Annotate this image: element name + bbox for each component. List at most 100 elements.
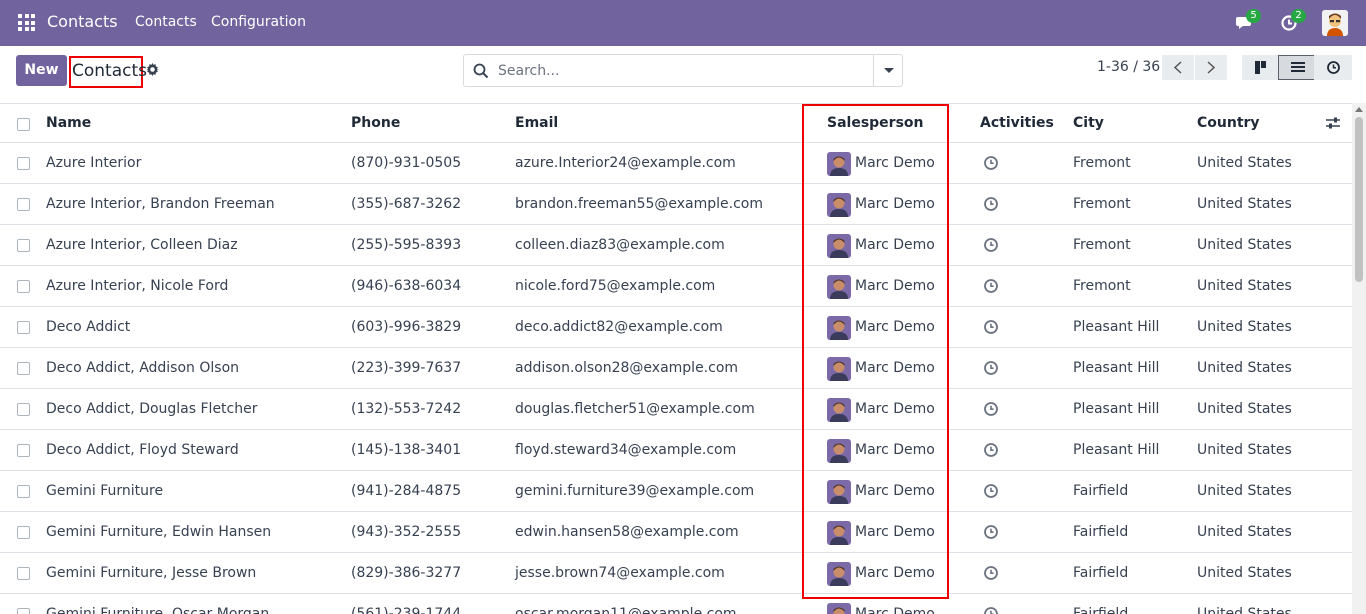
contact-city: Pleasant Hill [1073,401,1160,417]
column-header-city[interactable]: City [1073,115,1104,131]
table-row[interactable]: Deco Addict, Floyd Steward (145)-138-3401… [0,430,1352,471]
table-row[interactable]: Gemini Furniture, Jesse Brown (829)-386-3… [0,553,1352,594]
table-row[interactable]: Azure Interior, Colleen Diaz (255)-595-83… [0,225,1352,266]
row-checkbox[interactable] [17,444,30,457]
contact-name[interactable]: Gemini Furniture, Jesse Brown [46,565,256,581]
app-menu-grid-icon[interactable] [18,14,35,31]
row-checkbox[interactable] [17,157,30,170]
salesperson-name: Marc Demo [855,278,935,294]
row-checkbox[interactable] [17,485,30,498]
activity-view-button[interactable] [1314,55,1352,80]
activity-clock-icon[interactable] [983,278,999,294]
row-checkbox[interactable] [17,608,30,614]
table-row[interactable]: Gemini Furniture, Oscar Morgan (561)-239-… [0,594,1352,614]
gear-icon[interactable] [146,63,159,76]
vertical-scrollbar[interactable] [1352,103,1366,614]
app-title[interactable]: Contacts [47,12,118,31]
list-view-button[interactable] [1278,55,1316,80]
pager-previous-button[interactable] [1162,55,1194,80]
chevron-left-icon [1173,61,1182,74]
row-checkbox[interactable] [17,198,30,211]
column-header-activities[interactable]: Activities [980,115,1054,131]
search-options-toggle[interactable] [873,55,902,86]
contact-city: Fairfield [1073,483,1129,499]
row-checkbox[interactable] [17,239,30,252]
activity-clock-icon[interactable] [983,524,999,540]
activity-clock-icon[interactable] [983,196,999,212]
contact-name[interactable]: Azure Interior, Brandon Freeman [46,196,275,212]
contact-country: United States [1197,565,1292,581]
menu-item-configuration[interactable]: Configuration [211,14,306,30]
row-checkbox[interactable] [17,567,30,580]
contact-email: jesse.brown74@example.com [515,565,725,581]
activity-clock-icon[interactable] [983,155,999,171]
table-row[interactable]: Deco Addict (603)-996-3829 deco.addict82@e… [0,307,1352,348]
scroll-up-arrow-icon[interactable] [1355,107,1363,112]
salesperson-avatar [827,603,851,614]
user-avatar[interactable] [1322,10,1348,36]
salesperson-avatar [827,480,851,504]
row-checkbox[interactable] [17,280,30,293]
contact-email: azure.Interior24@example.com [515,155,736,171]
salesperson-avatar [827,439,851,463]
contact-name[interactable]: Deco Addict, Addison Olson [46,360,239,376]
salesperson-avatar [827,316,851,340]
column-header-salesperson[interactable]: Salesperson [827,115,924,131]
pager-value[interactable]: 1-36 / 36 [1097,59,1160,75]
row-checkbox[interactable] [17,321,30,334]
contact-phone: (145)-138-3401 [351,442,462,458]
contact-name[interactable]: Azure Interior, Nicole Ford [46,278,228,294]
search-icon[interactable] [473,63,489,79]
salesperson-name: Marc Demo [855,360,935,376]
activity-clock-icon[interactable] [983,606,999,614]
contact-name[interactable]: Azure Interior [46,155,141,171]
row-checkbox[interactable] [17,526,30,539]
activity-clock-icon[interactable] [983,442,999,458]
contact-name[interactable]: Deco Addict, Douglas Fletcher [46,401,258,417]
table-row[interactable]: Gemini Furniture (941)-284-4875 gemini.fur… [0,471,1352,512]
table-row[interactable]: Azure Interior, Brandon Freeman (355)-687… [0,184,1352,225]
activities-icon[interactable]: 2 [1280,9,1306,33]
contact-country: United States [1197,278,1292,294]
kanban-view-button[interactable] [1242,55,1280,80]
new-button[interactable]: New [16,55,67,86]
contact-name[interactable]: Deco Addict, Floyd Steward [46,442,239,458]
row-checkbox[interactable] [17,362,30,375]
table-row[interactable]: Deco Addict, Douglas Fletcher (132)-553-7… [0,389,1352,430]
activity-clock-icon[interactable] [983,565,999,581]
table-row[interactable]: Azure Interior (870)-931-0505 azure.Interi… [0,143,1352,184]
column-header-country[interactable]: Country [1197,115,1260,131]
column-header-email[interactable]: Email [515,115,558,131]
menu-item-contacts[interactable]: Contacts [135,14,197,30]
contact-name[interactable]: Gemini Furniture, Oscar Morgan [46,606,269,614]
column-header-phone[interactable]: Phone [351,115,400,131]
contact-country: United States [1197,442,1292,458]
salesperson-name: Marc Demo [855,196,935,212]
pager-next-button[interactable] [1195,55,1227,80]
table-row[interactable]: Azure Interior, Nicole Ford (946)-638-603… [0,266,1352,307]
contact-name[interactable]: Deco Addict [46,319,130,335]
contact-name[interactable]: Azure Interior, Colleen Diaz [46,237,238,253]
optional-columns-sliders-icon[interactable] [1326,116,1340,130]
search-bar [463,54,903,87]
column-header-name[interactable]: Name [46,115,91,131]
search-input[interactable] [498,60,868,82]
messages-icon[interactable]: 5 [1235,9,1261,33]
breadcrumb-contacts: Contacts [69,56,147,88]
scrollbar-thumb[interactable] [1355,117,1363,282]
select-all-checkbox[interactable] [17,118,30,131]
activity-clock-icon[interactable] [983,319,999,335]
contact-email: gemini.furniture39@example.com [515,483,755,499]
activity-clock-icon[interactable] [983,401,999,417]
contact-name[interactable]: Gemini Furniture [46,483,163,499]
activity-clock-icon[interactable] [983,483,999,499]
row-checkbox[interactable] [17,403,30,416]
salesperson-avatar [827,193,851,217]
table-row[interactable]: Gemini Furniture, Edwin Hansen (943)-352-… [0,512,1352,553]
chevron-right-icon [1207,61,1216,74]
activity-clock-icon[interactable] [983,360,999,376]
contact-email: edwin.hansen58@example.com [515,524,739,540]
activity-clock-icon[interactable] [983,237,999,253]
contact-name[interactable]: Gemini Furniture, Edwin Hansen [46,524,271,540]
table-row[interactable]: Deco Addict, Addison Olson (223)-399-7637… [0,348,1352,389]
